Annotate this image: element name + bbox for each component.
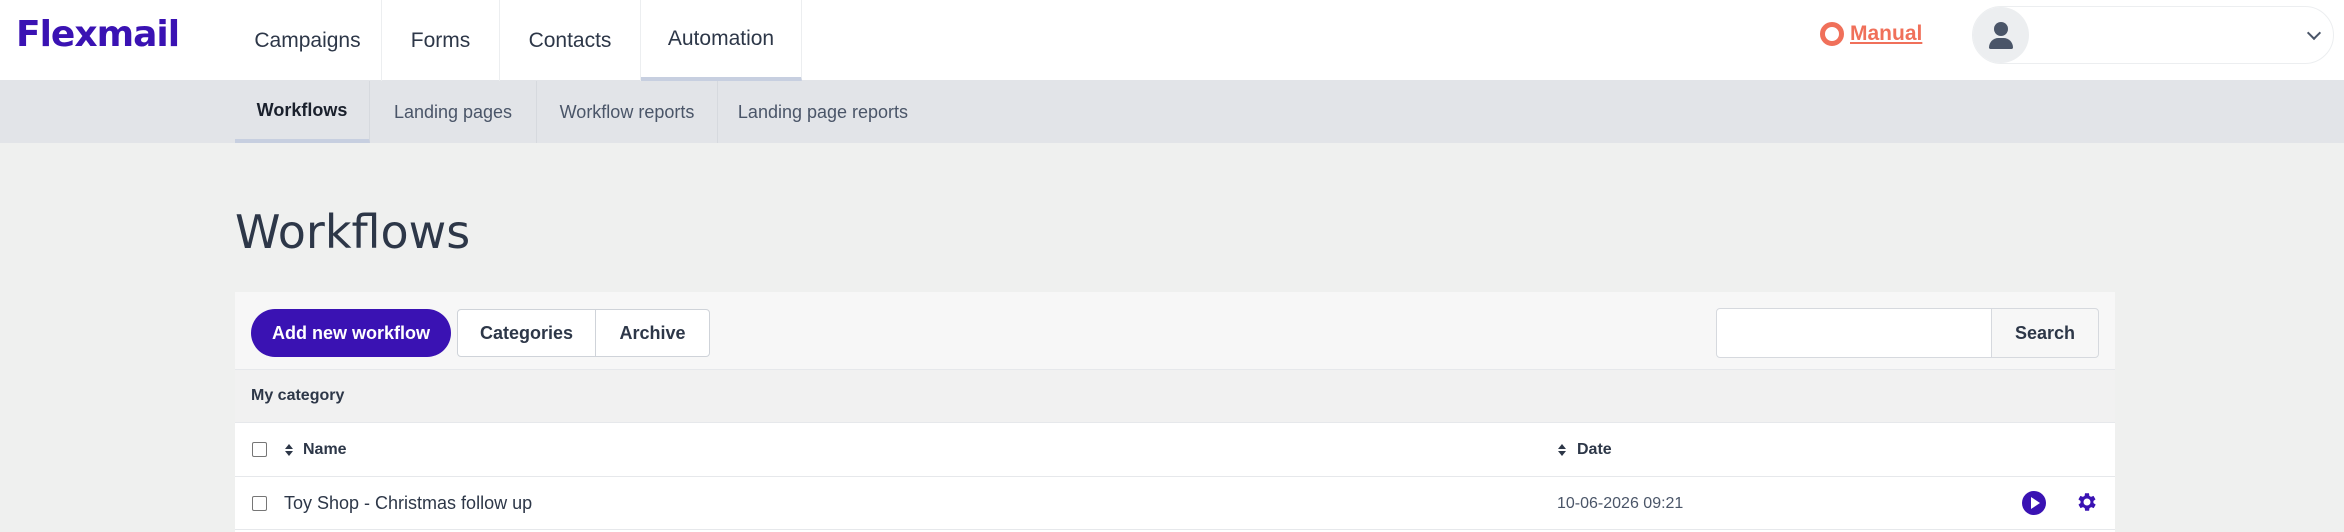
gear-icon[interactable]	[2075, 490, 2099, 514]
archive-button[interactable]: Archive	[595, 309, 710, 357]
manual-link[interactable]: Manual	[1820, 22, 1922, 46]
toolbar: Add new workflow Categories Archive Sear…	[235, 292, 2115, 370]
sort-icon[interactable]	[285, 444, 293, 456]
add-workflow-button[interactable]: Add new workflow	[251, 309, 451, 357]
play-icon[interactable]	[2022, 491, 2046, 515]
search-input[interactable]	[1716, 308, 1992, 358]
nav-tab-label: Forms	[410, 28, 471, 52]
page-title: Workflows	[235, 205, 471, 259]
category-header: My category	[235, 370, 2115, 423]
column-date-header[interactable]: Date	[1577, 441, 1612, 459]
column-name-header[interactable]: Name	[303, 441, 347, 459]
subtab-workflows[interactable]: Workflows	[235, 81, 370, 143]
workflows-panel: Add new workflow Categories Archive Sear…	[235, 292, 2115, 532]
subtab-label: Workflows	[256, 99, 348, 120]
categories-button[interactable]: Categories	[457, 309, 596, 357]
chevron-down-icon	[2306, 25, 2322, 41]
nav-tab-label: Automation	[667, 26, 775, 50]
category-label: My category	[251, 387, 345, 404]
subtab-label: Workflow reports	[559, 101, 695, 122]
nav-tab-label: Campaigns	[254, 28, 361, 52]
row-checkbox[interactable]	[252, 496, 267, 511]
subtab-label: Landing page reports	[737, 101, 909, 122]
lifebuoy-icon	[1820, 22, 1844, 46]
subtab-landing-page-reports[interactable]: Landing page reports	[718, 81, 928, 143]
manual-label: Manual	[1850, 22, 1923, 45]
user-icon	[1973, 7, 2029, 63]
top-navbar: Flexmail Campaigns Forms Contacts Automa…	[0, 0, 2344, 81]
subtab-workflow-reports[interactable]: Workflow reports	[537, 81, 718, 143]
subtab-landing-pages[interactable]: Landing pages	[370, 81, 537, 143]
select-all-checkbox[interactable]	[252, 442, 267, 457]
nav-tab-label: Contacts	[528, 28, 612, 52]
search-button[interactable]: Search	[1991, 308, 2099, 358]
nav-tab-forms[interactable]: Forms	[382, 0, 500, 81]
table-header: Name Date	[235, 423, 2115, 477]
flexmail-logo[interactable]: Flexmail	[16, 14, 180, 55]
nav-tab-campaigns[interactable]: Campaigns	[234, 0, 382, 81]
nav-tab-contacts[interactable]: Contacts	[500, 0, 641, 81]
nav-tab-automation[interactable]: Automation	[641, 0, 802, 81]
workflow-date: 10-06-2026 09:21	[1557, 495, 1684, 512]
table-row[interactable]: Toy Shop - Christmas follow up 10-06-202…	[235, 477, 2115, 530]
subtab-label: Landing pages	[393, 101, 513, 122]
sort-icon[interactable]	[1558, 444, 1566, 456]
user-menu[interactable]	[1972, 6, 2334, 64]
sub-navbar: Workflows Landing pages Workflow reports…	[0, 81, 2344, 143]
workflow-name[interactable]: Toy Shop - Christmas follow up	[284, 493, 532, 514]
